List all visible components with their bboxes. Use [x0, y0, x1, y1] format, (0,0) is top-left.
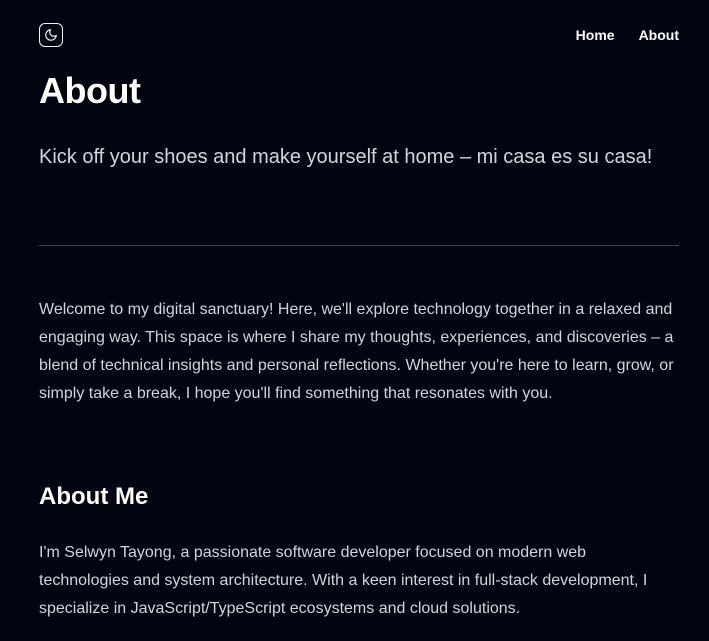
nav-about-link[interactable]: About: [639, 27, 679, 43]
main-nav: Home About: [576, 27, 679, 43]
site-header: Home About: [39, 22, 679, 48]
theme-toggle-button[interactable]: [39, 23, 63, 47]
section-divider: [39, 245, 679, 246]
moon-icon: [44, 28, 58, 42]
page: Home About About Kick off your shoes and…: [0, 0, 709, 641]
page-title: About: [39, 70, 141, 111]
about-me-paragraph: I'm Selwyn Tayong, a passionate software…: [39, 544, 648, 617]
page-subtitle: Kick off your shoes and make yourself at…: [39, 146, 653, 168]
about-me-heading: About Me: [39, 483, 149, 510]
nav-home-link[interactable]: Home: [576, 27, 615, 43]
intro-paragraph: Welcome to my digital sanctuary! Here, w…: [39, 301, 674, 402]
